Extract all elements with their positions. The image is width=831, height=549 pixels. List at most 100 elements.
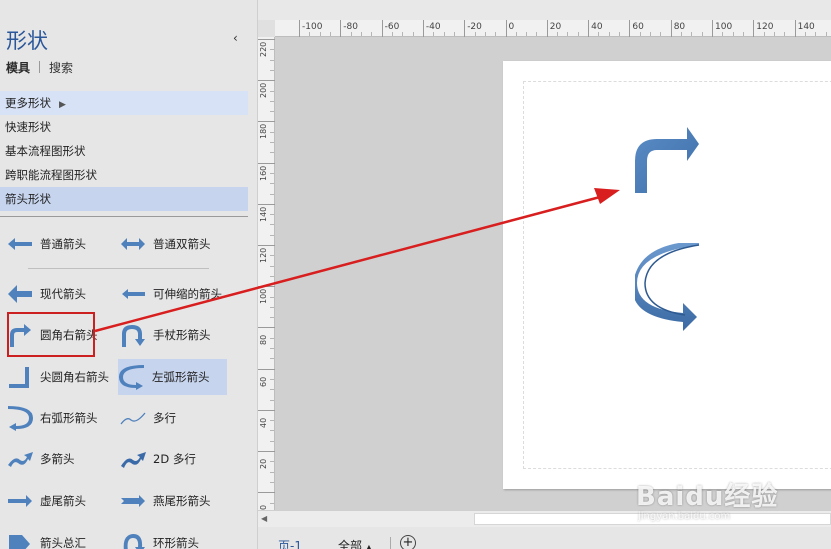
ruler-minor-tick: [270, 378, 274, 380]
scroll-left-icon[interactable]: ◀: [261, 514, 271, 524]
tab-stencils[interactable]: 模具: [6, 59, 30, 76]
left-curved-arrow-shape[interactable]: [635, 243, 705, 331]
vertical-ruler: 220 200 180 160 140 120 100 80 60 40 20 0: [258, 37, 275, 525]
ruler-minor-tick: [443, 32, 445, 36]
shape-right-curved-arrow[interactable]: 右弧形箭头: [6, 400, 116, 436]
ruler-minor-tick: [639, 32, 641, 36]
caret-up-icon: ▲: [365, 543, 372, 549]
ruler-minor-tick: [732, 32, 734, 36]
ruler-tick: [258, 162, 275, 164]
shape-double-arrow[interactable]: 普通双箭头: [119, 226, 239, 262]
ruler-minor-tick: [270, 265, 274, 267]
ruler-minor-tick: [371, 32, 373, 36]
ruler-minor-tick: [526, 32, 528, 36]
rounded-right-arrow-shape[interactable]: [633, 127, 703, 195]
shape-polyline[interactable]: 多行: [119, 400, 229, 436]
shape-modern-arrow[interactable]: 现代箭头: [6, 276, 116, 312]
ruler-label: -40: [425, 22, 441, 32]
menu-item-more-shapes[interactable]: 更多形状 ▶: [0, 91, 248, 115]
ruler-minor-tick: [319, 32, 321, 36]
menu-item-quick-shapes[interactable]: 快速形状: [0, 115, 248, 139]
ruler-label: 180: [259, 124, 268, 140]
shape-label: 普通箭头: [40, 237, 86, 251]
ruler-minor-tick: [598, 32, 600, 36]
ruler-minor-tick: [402, 32, 404, 36]
tab-search[interactable]: 搜索: [49, 59, 73, 76]
ruler-label: 160: [259, 165, 268, 181]
menu-item-basic-flowchart[interactable]: 基本流程图形状: [0, 139, 248, 163]
ruler-minor-tick: [270, 193, 274, 195]
ruler-minor-tick: [773, 32, 775, 36]
ruler-tick: [258, 203, 275, 205]
drawing-canvas[interactable]: [275, 37, 831, 510]
submenu-arrow-icon: ▶: [59, 100, 66, 110]
shape-left-curved-arrow[interactable]: 左弧形箭头: [118, 359, 227, 395]
ruler-minor-tick: [270, 172, 274, 174]
ruler-minor-tick: [270, 337, 274, 339]
ruler-minor-tick: [270, 440, 274, 442]
ruler-label: 60: [632, 22, 644, 32]
menu-item-arrow-shapes[interactable]: 箭头形状: [0, 187, 248, 211]
shape-notched-tail-arrow[interactable]: 虚尾箭头: [6, 483, 116, 519]
ruler-label: -60: [384, 22, 400, 32]
ruler-minor-tick: [567, 32, 569, 36]
ruler-minor-tick: [270, 214, 274, 216]
all-pages-button[interactable]: 全部 ▲: [338, 537, 372, 549]
ruler-minor-tick: [515, 32, 517, 36]
ruler-label: -80: [343, 22, 358, 32]
shape-arrow-collection[interactable]: 箭头总汇: [6, 525, 116, 549]
ruler-minor-tick: [412, 32, 414, 36]
shape-swallowtail-arrow[interactable]: 燕尾形箭头: [119, 483, 229, 519]
ruler-label: 140: [797, 22, 815, 32]
ruler-tick: [546, 20, 548, 37]
ruler-minor-tick: [742, 32, 744, 36]
shape-sharp-right-arrow[interactable]: 尖圆角右箭头: [6, 359, 116, 395]
shape-cane-arrow[interactable]: 手杖形箭头: [119, 317, 229, 353]
ruler-minor-tick: [270, 461, 274, 463]
ruler-minor-tick: [650, 32, 652, 36]
ruler-tick: [340, 20, 342, 37]
ruler-minor-tick: [681, 32, 683, 36]
shape-2d-polyline[interactable]: 2D 多行: [119, 441, 229, 477]
ruler-tick: [258, 121, 275, 123]
shape-flexible-arrow[interactable]: 可伸缩的箭头: [119, 276, 244, 312]
shape-label: 普通双箭头: [153, 237, 211, 251]
sharp-right-arrow-icon: [9, 367, 29, 388]
ruler-tick: [258, 409, 275, 411]
menu-item-cross-functional[interactable]: 跨职能流程图形状: [0, 163, 248, 187]
page-bar-separator: [390, 537, 391, 549]
pane-title: 形状: [6, 29, 48, 53]
ruler-label: 200: [259, 82, 268, 99]
watermark: Baidu经验 jingyan.baidu.com: [636, 476, 778, 522]
ruler-minor-tick: [804, 32, 806, 36]
add-page-button[interactable]: +: [400, 535, 416, 549]
watermark-url: jingyan.baidu.com: [638, 511, 731, 522]
ruler-minor-tick: [270, 111, 274, 113]
ruler-minor-tick: [270, 399, 274, 401]
ruler-minor-tick: [763, 32, 765, 36]
flexible-arrow-icon: [122, 289, 145, 299]
ruler-tick: [629, 20, 631, 37]
multi-arrow-icon: [8, 452, 33, 467]
collapse-pane-icon[interactable]: ‹: [233, 31, 238, 45]
ruler-minor-tick: [577, 32, 579, 36]
ruler-label: 120: [259, 247, 268, 263]
ruler-minor-tick: [270, 100, 274, 102]
shape-label: 多行: [153, 411, 176, 425]
ruler-tick: [258, 39, 275, 40]
tab-page-1[interactable]: 页-1: [278, 537, 302, 549]
ruler-minor-tick: [270, 481, 274, 483]
ruler-minor-tick: [270, 348, 274, 349]
shape-multi-arrow[interactable]: 多箭头: [6, 441, 116, 477]
shape-simple-arrow[interactable]: 普通箭头: [6, 226, 116, 262]
right-curved-arrow-icon: [8, 406, 33, 431]
drawing-page[interactable]: [503, 61, 831, 489]
ruler-tick: [505, 20, 507, 37]
modern-arrow-icon: [8, 285, 32, 303]
shape-label: 尖圆角右箭头: [40, 370, 109, 384]
ruler-minor-tick: [270, 234, 274, 236]
left-curved-arrow-icon: [119, 365, 144, 390]
shape-circular-arrow[interactable]: 环形箭头: [119, 525, 229, 549]
shape-label: 右弧形箭头: [40, 411, 98, 425]
double-arrow-icon: [121, 238, 145, 250]
